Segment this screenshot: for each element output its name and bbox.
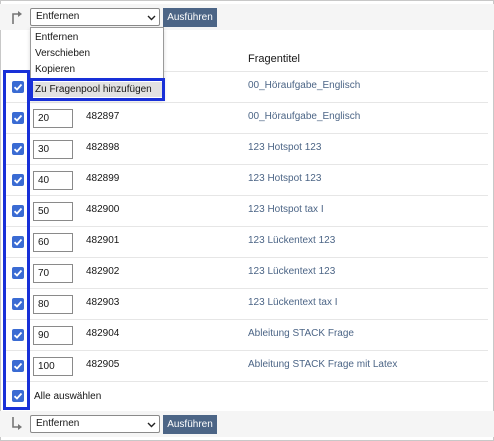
row-divider (6, 195, 488, 196)
row-checkbox[interactable] (12, 112, 24, 124)
question-title-link[interactable]: 123 Lückentext tax I (248, 297, 338, 308)
action-select-bottom[interactable]: Entfernen (30, 415, 160, 433)
row-checkbox[interactable] (12, 205, 24, 217)
row-divider (6, 102, 488, 103)
row-divider (6, 133, 488, 134)
row-checkbox[interactable] (12, 81, 24, 93)
row-divider (6, 350, 488, 351)
question-id: 482900 (86, 204, 120, 215)
question-title-link[interactable]: 123 Lückentext 123 (248, 235, 335, 246)
question-id: 482902 (86, 266, 120, 277)
position-input[interactable]: 30 (33, 140, 73, 159)
row-checkbox[interactable] (12, 360, 24, 372)
question-title-link[interactable]: 00_Höraufgabe_Englisch (248, 111, 360, 122)
position-input[interactable]: 100 (33, 357, 73, 376)
dropdown-option-remove[interactable]: Entfernen (35, 32, 78, 43)
question-id: 482903 (86, 297, 120, 308)
row-divider (6, 257, 488, 258)
row-divider (6, 381, 488, 382)
column-header-title: Fragentitel (248, 53, 300, 65)
position-input[interactable]: 50 (33, 202, 73, 221)
row-checkbox[interactable] (12, 143, 24, 155)
row-checkbox[interactable] (12, 236, 24, 248)
position-input[interactable]: 60 (33, 233, 73, 252)
question-id: 482898 (86, 142, 120, 153)
question-title-link[interactable]: Ableitung STACK Frage (248, 328, 354, 339)
question-id: 482901 (86, 235, 120, 246)
position-input[interactable]: 90 (33, 326, 73, 345)
position-input[interactable]: 70 (33, 264, 73, 283)
row-divider (6, 164, 488, 165)
question-id: 482905 (86, 359, 120, 370)
action-select-value: Entfernen (36, 11, 80, 22)
row-checkbox[interactable] (12, 174, 24, 186)
question-id: 482904 (86, 328, 120, 339)
question-id: 482897 (86, 111, 120, 122)
row-divider (6, 226, 488, 227)
row-checkbox[interactable] (12, 329, 24, 341)
row-checkbox[interactable] (12, 267, 24, 279)
action-select-top[interactable]: Entfernen (30, 8, 160, 26)
question-title-link[interactable]: 123 Hotspot 123 (248, 142, 321, 153)
question-title-link[interactable]: Ableitung STACK Frage mit Latex (248, 359, 397, 370)
position-input[interactable]: 40 (33, 171, 73, 190)
dropdown-option-add-to-pool[interactable]: Zu Fragenpool hinzufügen (32, 82, 163, 97)
chevron-down-icon (147, 15, 156, 21)
select-all-checkbox[interactable] (12, 390, 24, 402)
row-checkbox[interactable] (12, 298, 24, 310)
dropdown-option-copy[interactable]: Kopieren (35, 64, 75, 75)
action-select-value: Entfernen (36, 418, 80, 429)
row-divider (6, 288, 488, 289)
chevron-down-icon (147, 422, 156, 428)
position-input[interactable]: 20 (33, 109, 73, 128)
question-title-link[interactable]: 123 Hotspot tax I (248, 204, 324, 215)
select-all-label: Alle auswählen (34, 391, 102, 402)
dropdown-option-move[interactable]: Verschieben (35, 48, 90, 59)
arrow-up-right-icon (12, 11, 22, 24)
execute-button-bottom[interactable]: Ausführen (163, 415, 217, 434)
question-id: 482899 (86, 173, 120, 184)
position-input[interactable]: 80 (33, 295, 73, 314)
question-title-link[interactable]: 00_Höraufgabe_Englisch (248, 80, 360, 91)
action-dropdown-menu: Entfernen Verschieben Kopieren Zu Fragen… (30, 27, 164, 99)
question-title-link[interactable]: 123 Hotspot 123 (248, 173, 321, 184)
arrow-down-right-icon (12, 417, 22, 430)
question-title-link[interactable]: 123 Lückentext 123 (248, 266, 335, 277)
toolbar-bottom: Entfernen Ausführen (0, 411, 494, 437)
execute-button-top[interactable]: Ausführen (163, 8, 217, 27)
row-divider (6, 319, 488, 320)
